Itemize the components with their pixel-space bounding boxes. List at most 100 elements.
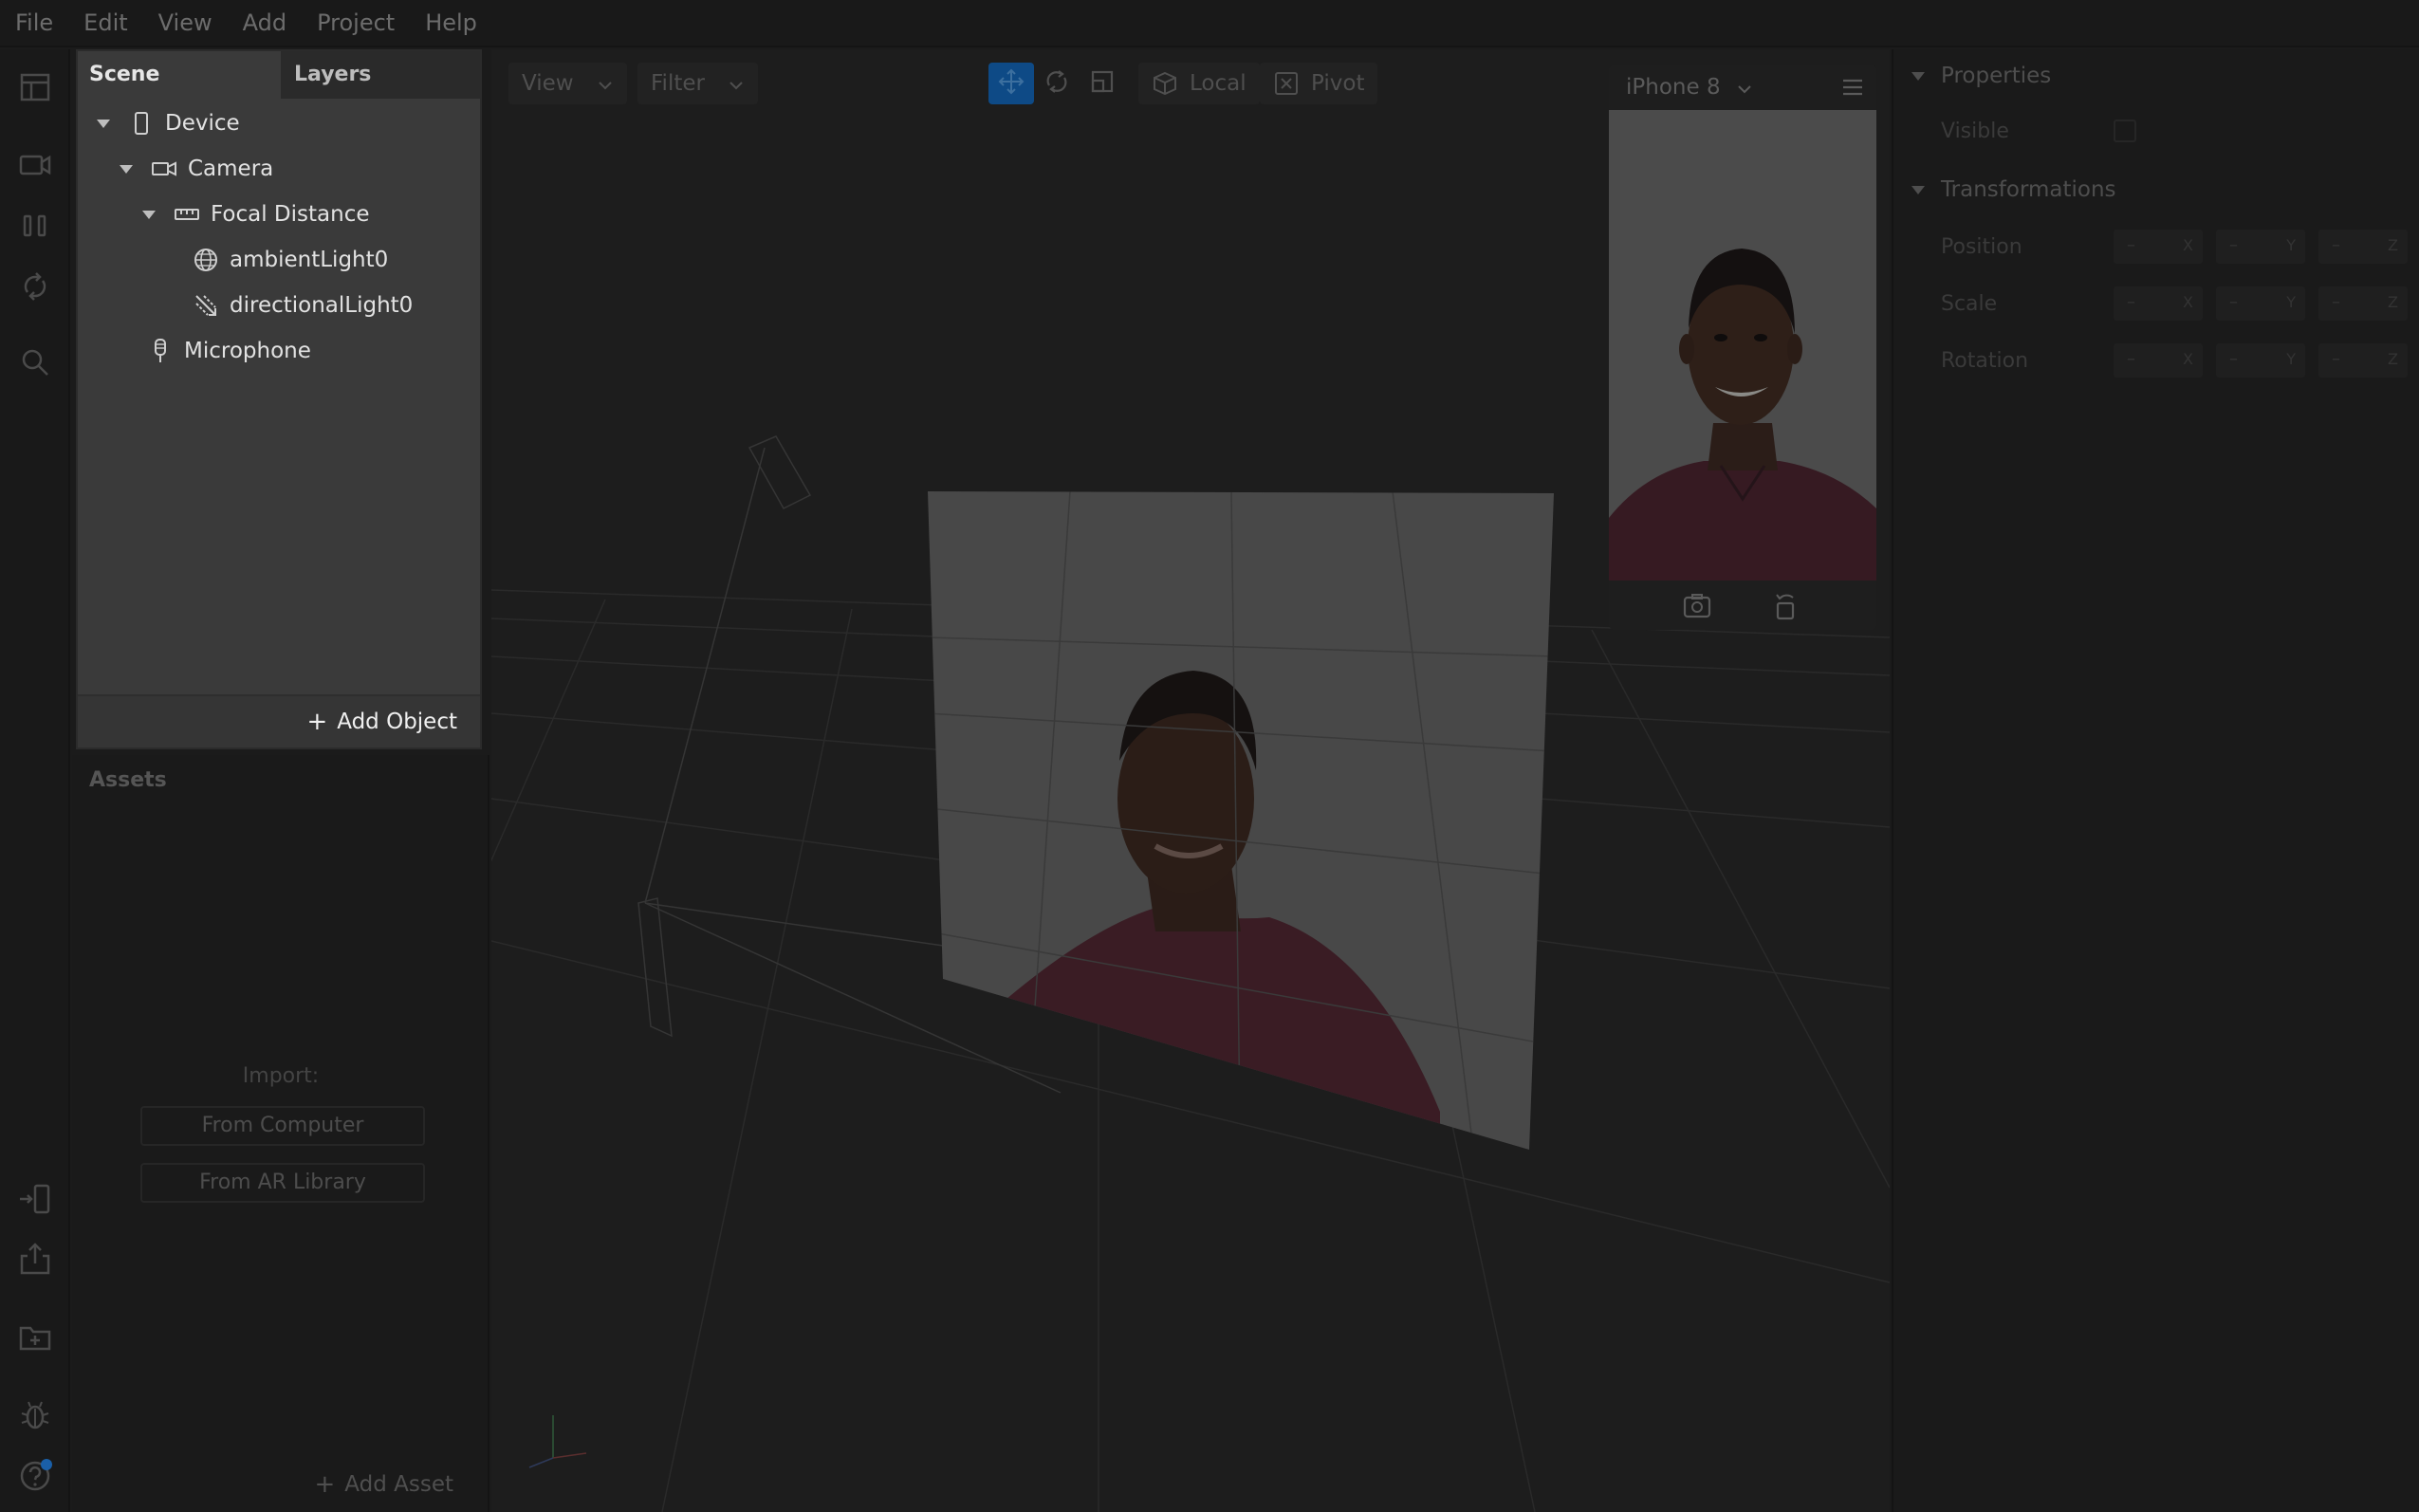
camera-feed — [1609, 110, 1876, 581]
rotation-y-field[interactable]: – Y — [2216, 343, 2305, 378]
properties-title: Properties — [1941, 64, 2052, 88]
view-label: View — [522, 71, 574, 96]
tree-item-label: Microphone — [184, 339, 311, 363]
preview-screen[interactable] — [1609, 110, 1876, 581]
pivot-toggle[interactable]: Pivot — [1260, 63, 1378, 104]
rotate-tool-button[interactable] — [1034, 63, 1080, 104]
tree-item-microphone[interactable]: Microphone — [146, 330, 311, 372]
position-label: Position — [1941, 235, 2022, 259]
directional-light-icon — [192, 291, 220, 320]
hamburger-menu-icon[interactable] — [1840, 76, 1865, 99]
scale-icon — [1088, 67, 1117, 100]
scale-z-field[interactable]: – Z — [2318, 286, 2408, 321]
camera-icon — [150, 155, 178, 183]
layout-icon[interactable] — [16, 68, 54, 106]
device-name: iPhone 8 — [1626, 75, 1721, 100]
caret-down-icon — [1909, 180, 1928, 199]
tab-layers[interactable]: Layers — [283, 51, 480, 99]
device-icon — [127, 109, 156, 138]
import-label: Import: — [242, 1064, 320, 1088]
add-object-label: Add Object — [337, 710, 457, 734]
add-folder-icon[interactable] — [16, 1318, 54, 1356]
cube-icon — [1152, 70, 1178, 97]
tree-item-directional-light[interactable]: directionalLight0 — [192, 285, 413, 326]
tree-item-label: directionalLight0 — [230, 293, 414, 318]
help-icon[interactable] — [16, 1457, 54, 1495]
caret-down-icon[interactable] — [93, 113, 114, 134]
visible-checkbox[interactable] — [2114, 120, 2136, 142]
menu-project[interactable]: Project — [302, 0, 410, 46]
scene-tabs: Scene Layers — [78, 51, 480, 99]
rotate-icon — [1043, 67, 1071, 100]
ambient-light-icon — [192, 246, 220, 274]
menu-view[interactable]: View — [143, 0, 228, 46]
chevron-down-icon — [597, 75, 614, 92]
device-preview: iPhone 8 — [1609, 65, 1876, 630]
tree-item-label: Device — [165, 111, 240, 136]
move-icon — [997, 67, 1025, 100]
scene-panel: Scene Layers Device Camera Focal Distanc… — [76, 49, 482, 749]
add-asset-button[interactable]: + Add Asset — [314, 1470, 453, 1499]
add-asset-label: Add Asset — [344, 1472, 453, 1497]
position-x-field[interactable]: – X — [2114, 230, 2203, 264]
local-label: Local — [1190, 71, 1246, 96]
rotation-z-field[interactable]: – Z — [2318, 343, 2408, 378]
sync-icon[interactable] — [16, 267, 54, 305]
video-icon[interactable] — [16, 146, 54, 184]
rotation-x-field[interactable]: – X — [2114, 343, 2203, 378]
rotation-label: Rotation — [1941, 349, 2029, 373]
assets-panel: Assets Import: From Computer From AR Lib… — [72, 755, 489, 1512]
view-dropdown[interactable]: View — [508, 63, 627, 104]
local-toggle[interactable]: Local — [1138, 63, 1260, 104]
rotate-device-icon[interactable] — [1770, 590, 1802, 622]
switch-camera-icon[interactable] — [1681, 590, 1713, 622]
microphone-icon — [146, 337, 175, 365]
export-icon[interactable] — [16, 1241, 54, 1279]
filter-dropdown[interactable]: Filter — [637, 63, 758, 104]
menu-add[interactable]: Add — [228, 0, 302, 46]
scale-tool-button[interactable] — [1080, 63, 1125, 104]
scene-footer: + Add Object — [78, 694, 480, 747]
tree-item-ambient-light[interactable]: ambientLight0 — [192, 239, 388, 281]
caret-down-icon — [1909, 66, 1928, 85]
scale-y-field[interactable]: – Y — [2216, 286, 2305, 321]
move-tool-button[interactable] — [988, 63, 1034, 104]
transform-tools — [988, 63, 1125, 104]
tree-item-focal-distance[interactable]: Focal Distance — [138, 194, 370, 235]
tree-item-camera[interactable]: Camera — [116, 148, 273, 190]
caret-down-icon[interactable] — [116, 158, 137, 179]
visible-label: Visible — [1941, 120, 2009, 143]
from-computer-button[interactable]: From Computer — [140, 1106, 425, 1146]
filter-label: Filter — [651, 71, 705, 96]
send-to-device-icon[interactable] — [16, 1180, 54, 1218]
plus-icon: + — [314, 1470, 336, 1499]
from-ar-library-button[interactable]: From AR Library — [140, 1163, 425, 1203]
scale-label: Scale — [1941, 292, 1998, 316]
tree-item-device[interactable]: Device — [93, 102, 240, 144]
preview-controls — [1609, 582, 1876, 628]
tab-scene[interactable]: Scene — [78, 51, 283, 99]
split-view-icon[interactable] — [16, 207, 54, 245]
bug-icon[interactable] — [16, 1396, 54, 1434]
scale-x-field[interactable]: – X — [2114, 286, 2203, 321]
add-object-button[interactable]: + Add Object — [306, 706, 457, 738]
transformations-title: Transformations — [1941, 177, 2116, 202]
assets-title: Assets — [89, 768, 167, 792]
menu-file[interactable]: File — [0, 0, 68, 46]
search-icon[interactable] — [16, 343, 54, 381]
position-y-field[interactable]: – Y — [2216, 230, 2305, 264]
device-selector[interactable]: iPhone 8 — [1609, 65, 1876, 110]
pivot-label: Pivot — [1311, 71, 1365, 96]
menu-edit[interactable]: Edit — [68, 0, 142, 46]
plus-icon: + — [306, 708, 328, 736]
caret-down-icon[interactable] — [138, 204, 159, 225]
ruler-icon — [173, 200, 201, 229]
position-z-field[interactable]: – Z — [2318, 230, 2408, 264]
menu-help[interactable]: Help — [410, 0, 492, 46]
chevron-down-icon — [728, 75, 745, 92]
transformations-section-header[interactable]: Transformations — [1909, 171, 2116, 209]
properties-section-header[interactable]: Properties — [1909, 57, 2051, 95]
menu-bar: File Edit View Add Project Help — [0, 0, 2419, 47]
tree-item-label: Focal Distance — [211, 202, 370, 227]
chevron-down-icon — [1736, 79, 1753, 96]
